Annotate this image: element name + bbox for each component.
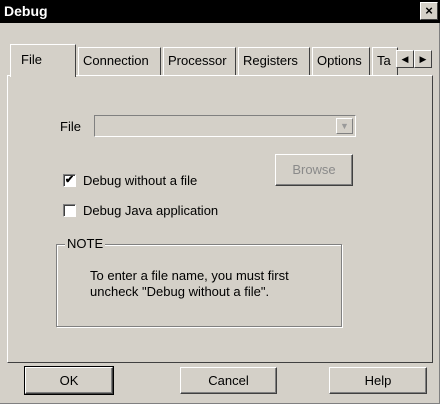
debug-dialog: Debug × File Connection Processor Regist… [0,0,440,404]
note-text: To enter a file name, you must first unc… [90,268,289,300]
file-tab-content: File ▼ Browse ✔ Debug without a file Deb… [0,0,440,404]
ok-button-label: OK [59,373,79,388]
note-legend: NOTE [65,236,106,251]
help-button[interactable]: Help [329,367,427,394]
checkmark-icon: ✔ [64,174,75,186]
chevron-down-icon[interactable]: ▼ [336,118,353,134]
debug-java-label[interactable]: Debug Java application [83,203,218,218]
cancel-button-label: Cancel [208,373,249,388]
file-combobox[interactable]: ▼ [94,115,356,137]
debug-without-file-checkbox[interactable]: ✔ [63,174,76,187]
note-line-1: To enter a file name, you must first [90,268,289,283]
note-line-2: uncheck "Debug without a file". [90,284,270,299]
help-button-label: Help [364,373,392,388]
file-label: File [60,119,81,134]
browse-button[interactable]: Browse [275,154,353,186]
cancel-button[interactable]: Cancel [180,367,277,394]
ok-button[interactable]: OK [24,366,114,395]
debug-java-checkbox[interactable] [63,204,76,217]
browse-button-label: Browse [292,162,336,177]
debug-without-file-label[interactable]: Debug without a file [83,173,197,188]
